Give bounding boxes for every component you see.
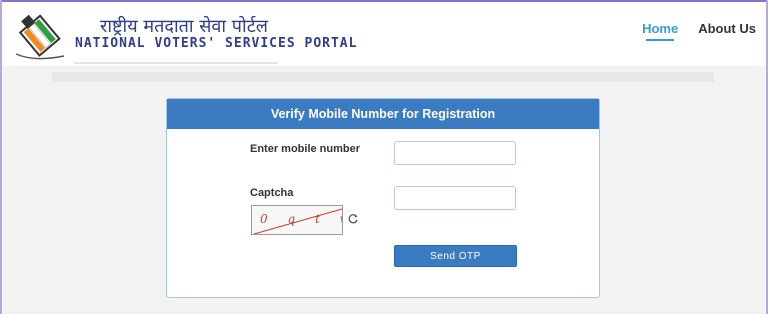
eci-logo-icon (15, 14, 65, 60)
brand-english-title: NATIONAL VOTERS' SERVICES PORTAL (75, 36, 358, 51)
card-title: Verify Mobile Number for Registration (167, 99, 599, 129)
mobile-number-label: Enter mobile number (250, 143, 361, 155)
nav-about-link[interactable]: About Us (698, 21, 756, 36)
captcha-input[interactable] (394, 186, 516, 210)
send-otp-button[interactable]: Send OTP (394, 245, 517, 267)
top-nav: Home About Us (642, 21, 756, 41)
brand-underline (74, 62, 278, 64)
content-top-bar (52, 72, 714, 82)
nav-home-link[interactable]: Home (642, 21, 678, 41)
brand-hindi-title: राष्ट्रीय मतदाता सेवा पोर्टल (100, 16, 268, 37)
mobile-number-input[interactable] (394, 141, 516, 165)
header: राष्ट्रीय मतदाता सेवा पोर्टल NATIONAL VO… (0, 2, 768, 66)
refresh-captcha-icon[interactable] (347, 213, 359, 225)
captcha-image: 0 q t w 0 (251, 205, 343, 235)
captcha-strike-line (253, 208, 342, 234)
verify-mobile-card: Verify Mobile Number for Registration En… (166, 98, 600, 298)
captcha-label: Captcha (250, 187, 294, 199)
